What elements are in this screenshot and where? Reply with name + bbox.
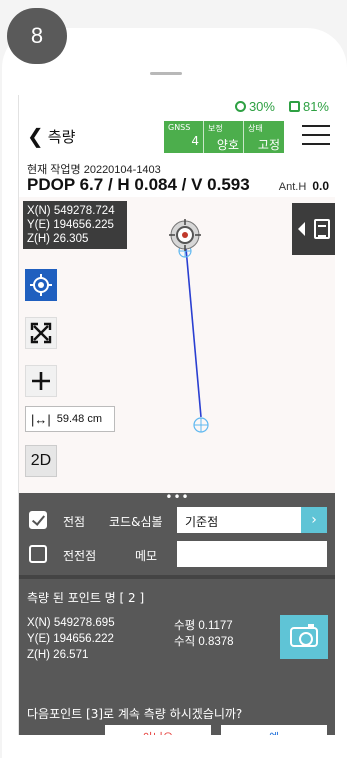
zoom-in-button[interactable] [25,365,57,397]
vertical-accuracy: 수직 0.8378 [174,636,234,648]
fit-extent-button[interactable] [25,317,57,349]
battery-icon [288,101,300,112]
gnss-status-panel[interactable]: GNSS 4 보정 양호 상태 고정 [164,121,284,153]
expand-arrows-icon [30,322,52,344]
form-row-point: 전점 코드&심볼 기준점 › [19,505,335,535]
measurement-panel: ••• 전점 코드&심볼 기준점 › 전전점 메모 측량 된 포인트 명 [ 2… [19,491,335,735]
checkbox-current-point[interactable] [29,511,47,529]
measured-point-title: 측량 된 포인트 명 [ 2 ] [27,591,145,605]
checkbox-previous-point[interactable] [29,545,47,563]
continue-prompt: 다음포인트 [3]로 계속 측량 하시겠습니까? [27,707,243,721]
current-position-icon [169,219,201,251]
chevron-left-icon: ❮ [27,124,44,148]
panel-drag-handle[interactable]: ••• [19,491,335,503]
chevron-right-icon[interactable]: › [301,507,327,533]
measured-y: Y(E) 194656.222 [27,633,114,645]
measured-z: Z(H) 26.571 [27,649,89,661]
battery-status: 81% [288,99,329,114]
label-memo: 메모 [135,549,158,563]
page-title: 측량 [47,127,76,146]
camera-icon [290,624,318,647]
gnss-correction: 보정 양호 [204,121,244,153]
locate-button[interactable] [25,269,57,301]
drag-handle[interactable] [150,72,182,75]
map-view[interactable]: X(N) 549278.724 Y(E) 194656.225 Z(H) 26.… [19,197,335,497]
memo-input[interactable] [177,541,327,567]
scale-arrows-icon: |↔| [31,411,51,427]
signal-status: 30% [234,99,275,114]
coord-y: Y(E) 194656.225 [27,219,114,231]
form-row-memo: 전전점 메모 [19,539,335,569]
document-icon [314,219,330,239]
step-badge: 8 [7,8,67,64]
track-line [184,236,202,418]
current-coordinates: X(N) 549278.724 Y(E) 194656.225 Z(H) 26.… [23,201,127,249]
scale-value: 59.48 cm [56,413,103,425]
measured-x: X(N) 549278.695 [27,617,115,629]
app-screen: 30% 81% ❮ 측량 GNSS 4 보정 양호 상태 고정 현재 작업명 2… [18,95,335,735]
code-symbol-field[interactable]: 기준점 › [177,507,327,533]
coord-z: Z(H) 26.305 [27,233,89,245]
point-list-toggle[interactable] [292,203,335,255]
hamburger-menu-icon[interactable] [302,125,330,152]
camera-button[interactable] [280,615,328,659]
crosshair-icon [30,274,52,296]
status-bar: 30% 81% [234,99,329,114]
plus-icon [32,372,50,390]
yes-button[interactable]: 예 [221,725,327,735]
label-previous-point: 전전점 [63,549,97,563]
scale-bar: |↔| 59.48 cm [25,406,115,432]
antenna-height[interactable]: Ant.H 0.0 [279,179,329,193]
view-mode-button[interactable]: 2D [25,445,57,477]
label-code-symbol: 코드&심볼 [109,515,163,529]
label-current-point: 전점 [63,515,86,529]
triangle-left-icon [298,222,305,236]
gnss-count: GNSS 4 [164,121,204,153]
no-button[interactable]: 아니요 [105,725,211,735]
app-header: ❮ 측량 GNSS 4 보정 양호 상태 고정 [19,119,335,157]
back-button[interactable]: ❮ 측량 [27,124,75,148]
coord-x: X(N) 549278.724 [27,205,115,217]
divider [19,575,335,579]
horizontal-accuracy: 수평 0.1177 [174,620,233,632]
dop-readout: PDOP 6.7 / H 0.084 / V 0.593 [27,175,250,194]
gnss-state: 상태 고정 [248,124,280,152]
signal-icon [234,101,246,112]
